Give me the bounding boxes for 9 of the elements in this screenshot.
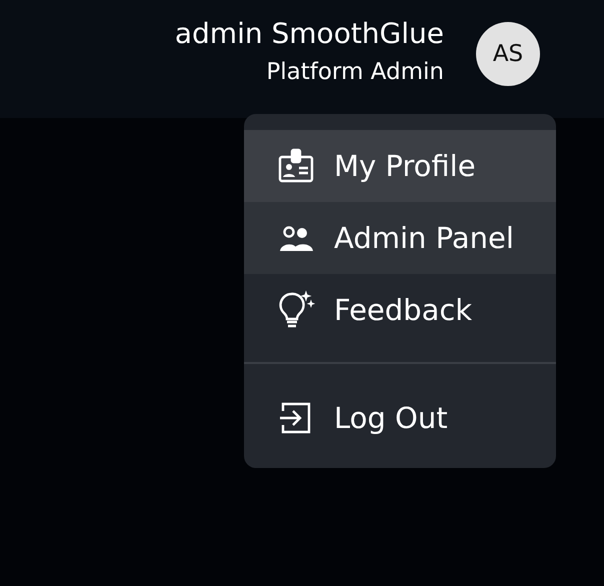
menu-item[interactable]: Admin Panel	[244, 202, 556, 274]
user-role: Platform Admin	[266, 58, 444, 87]
menu-item[interactable]: Log Out	[244, 382, 556, 454]
menu-item[interactable]: My Profile	[244, 130, 556, 202]
menu-item[interactable]: Feedback	[244, 274, 556, 346]
id-badge-icon	[278, 148, 314, 184]
lightbulb-icon	[277, 290, 315, 330]
avatar[interactable]: AS	[476, 22, 540, 86]
user-name: admin SmoothGlue	[174, 16, 444, 52]
